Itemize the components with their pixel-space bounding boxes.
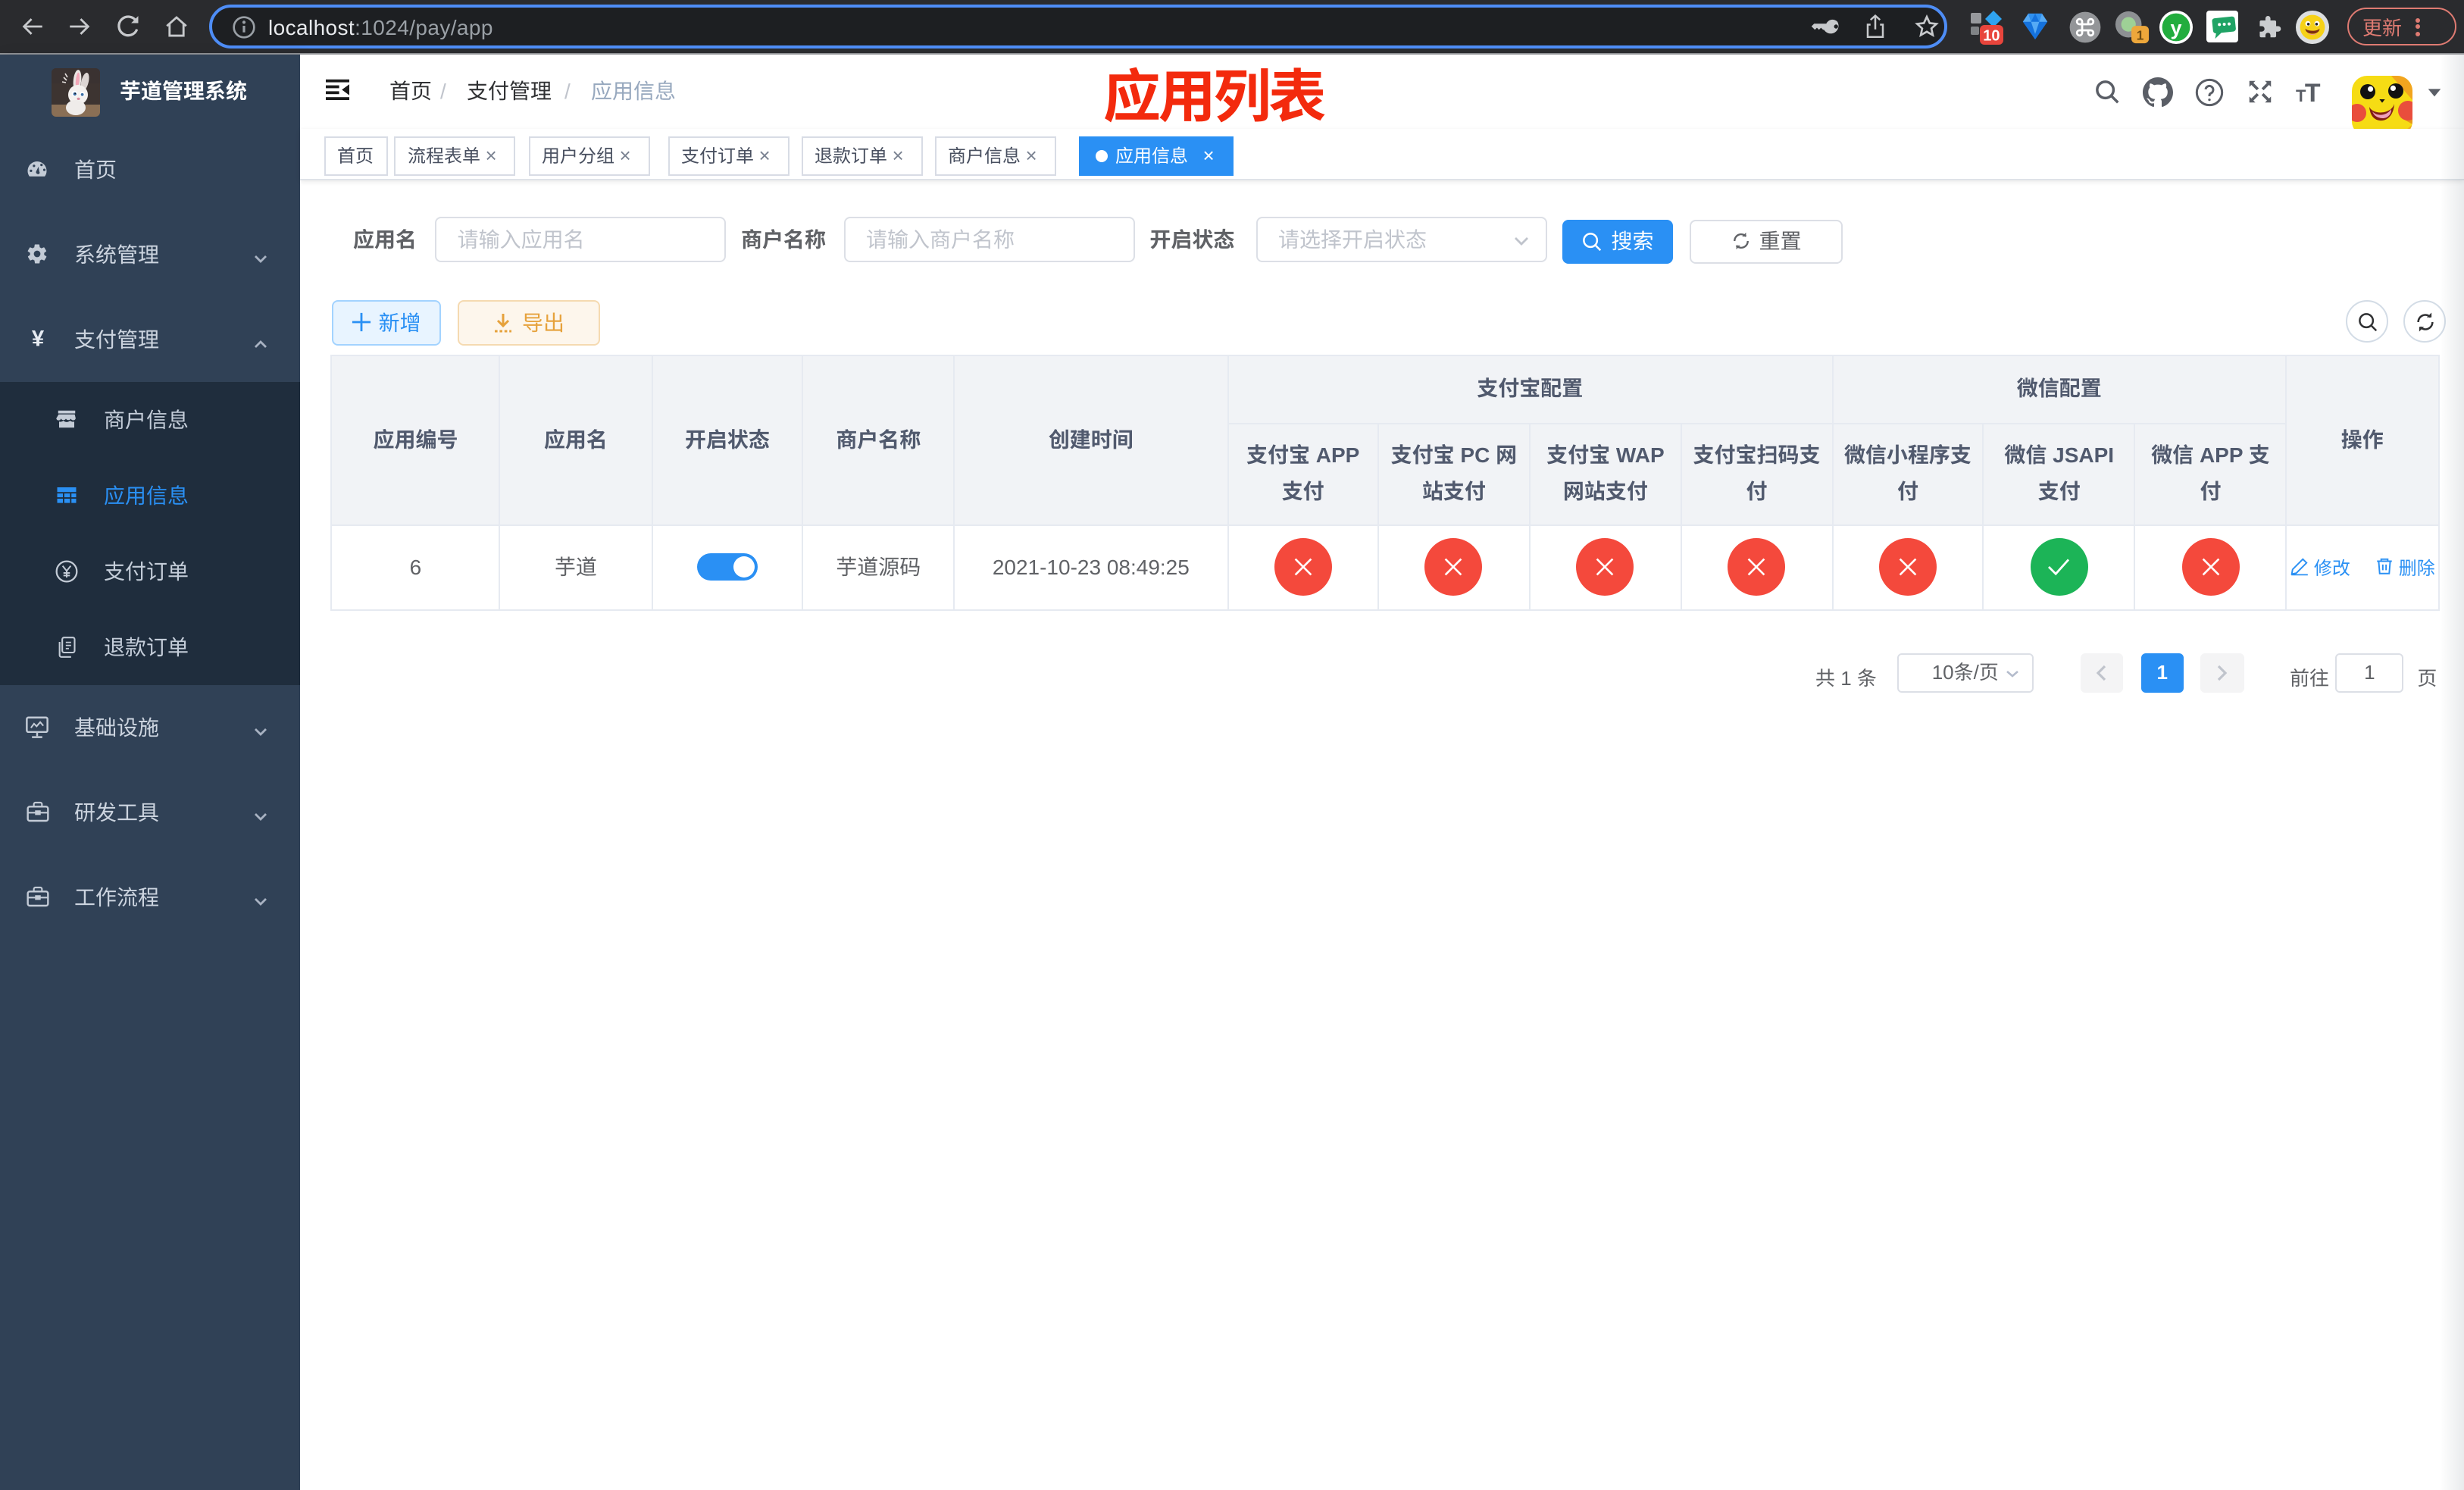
- svg-text:1: 1: [2137, 27, 2144, 42]
- svg-text:T: T: [2305, 78, 2321, 105]
- svg-text:10: 10: [1983, 27, 2000, 43]
- svg-text:y: y: [2170, 16, 2181, 39]
- svg-text:¥: ¥: [32, 326, 45, 351]
